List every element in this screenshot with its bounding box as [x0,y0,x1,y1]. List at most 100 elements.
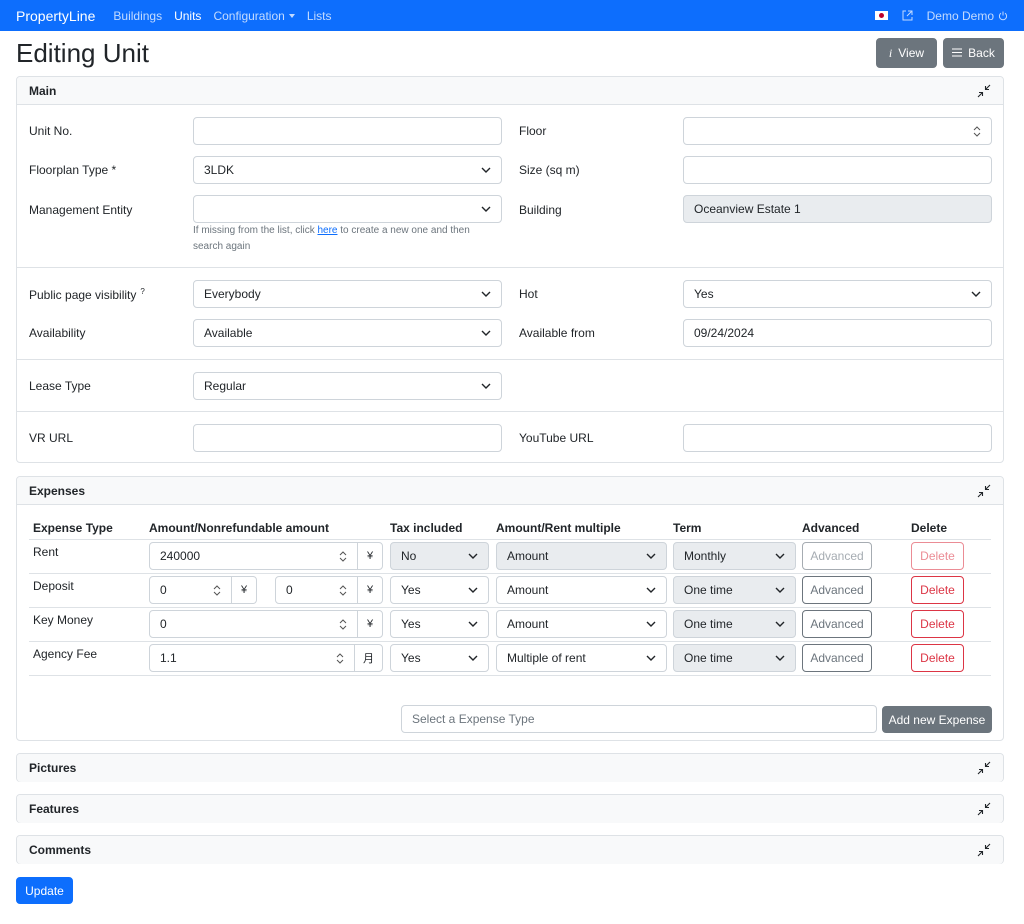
visibility-label: Public page visibility? [29,287,145,302]
floorplan-select[interactable]: 3LDK [193,156,502,184]
help-tooltip-icon[interactable]: ? [140,287,144,296]
spinner-icon[interactable] [339,551,347,562]
delete-button[interactable]: Delete [911,576,964,604]
view-button[interactable]: i View [876,38,937,68]
chevron-down-icon [646,655,656,661]
youtube-url-input[interactable] [683,424,992,452]
amount-mode-select[interactable]: Multiple of rent [496,644,667,672]
help-text-pre: If missing from the list, click [193,225,318,236]
nav-lists[interactable]: Lists [307,9,332,23]
amount-input[interactable]: 1.1 [149,644,355,672]
chevron-down-icon [481,330,491,336]
nonrefundable-value: 0 [286,583,293,597]
unit-no-label: Unit No. [29,124,73,138]
lease-type-label: Lease Type [29,379,91,393]
expense-type-cell: Agency Fee [33,647,98,661]
add-expense-button[interactable]: Add new Expense [882,706,992,733]
visibility-select[interactable]: Everybody [193,280,502,308]
availability-select[interactable]: Available [193,319,502,347]
spinner-icon[interactable] [973,126,981,137]
available-from-input[interactable]: 09/24/2024 [683,319,992,347]
col-tax-included: Tax included [390,521,463,535]
amount-mode-select[interactable]: Amount [496,576,667,604]
chevron-down-icon [468,553,478,559]
collapse-icon[interactable] [977,761,991,775]
advanced-button[interactable]: Advanced [802,610,872,638]
hot-label: Hot [519,287,538,301]
unit-no-input[interactable] [193,117,502,145]
comments-card-header[interactable]: Comments [17,836,1003,864]
tax-select[interactable]: Yes [390,644,489,672]
floor-input[interactable] [683,117,992,145]
chevron-down-icon [971,291,981,297]
expense-type-select[interactable]: Select a Expense Type [401,705,877,733]
nav-configuration[interactable]: Configuration [213,9,295,23]
main-card-header[interactable]: Main [17,77,1003,105]
delete-button[interactable]: Delete [911,610,964,638]
amount-input[interactable]: 0 [149,576,232,604]
collapse-icon[interactable] [977,843,991,857]
spinner-icon[interactable] [213,585,221,596]
advanced-button[interactable]: Advanced [802,644,872,672]
col-advanced: Advanced [802,521,860,535]
size-input[interactable] [683,156,992,184]
expenses-card: Expenses Expense Type Amount/Nonrefundab… [16,476,1004,741]
building-label: Building [519,203,562,217]
expenses-card-header[interactable]: Expenses [17,477,1003,505]
nav-buildings[interactable]: Buildings [113,9,162,23]
collapse-icon[interactable] [977,802,991,816]
delete-button[interactable]: Delete [911,542,964,570]
back-button[interactable]: Back [943,38,1004,68]
size-label: Size (sq m) [519,163,580,177]
collapse-icon[interactable] [977,84,991,98]
chevron-down-icon [646,553,656,559]
tax-value: Yes [401,583,421,597]
floor-label: Floor [519,124,547,138]
term-value: One time [684,617,733,631]
amount-value: 0 [160,617,167,631]
chevron-down-icon [468,587,478,593]
spinner-icon[interactable] [339,585,347,596]
delete-button[interactable]: Delete [911,644,964,672]
external-link-icon[interactable] [902,10,913,21]
row-divider [29,607,991,608]
divider [17,411,1003,412]
mgmt-entity-select[interactable] [193,195,502,223]
amount-mode-select[interactable]: Amount [496,610,667,638]
currency-addon: ¥ [231,576,257,604]
japan-flag-icon[interactable] [874,11,888,20]
chevron-down-icon [775,655,785,661]
update-button[interactable]: Update [16,877,73,904]
lease-type-value: Regular [204,379,247,393]
tax-value: Yes [401,651,421,665]
create-entity-link[interactable]: here [317,225,337,236]
term-select: One time [673,644,796,672]
pictures-card-header[interactable]: Pictures [17,754,1003,782]
nav-units[interactable]: Units [174,9,201,23]
spinner-icon[interactable] [339,619,347,630]
spinner-icon[interactable] [336,653,344,664]
col-rent-multiple: Amount/Rent multiple [496,521,621,535]
term-select: One time [673,576,796,604]
user-menu[interactable]: Demo Demo [927,9,1008,23]
tax-select[interactable]: Yes [390,576,489,604]
advanced-button[interactable]: Advanced [802,576,872,604]
collapse-icon[interactable] [977,484,991,498]
advanced-button[interactable]: Advanced [802,542,872,570]
hot-select[interactable]: Yes [683,280,992,308]
chevron-down-icon [646,621,656,627]
brand-link[interactable]: PropertyLine [16,8,95,24]
vr-url-input[interactable] [193,424,502,452]
amount-input[interactable]: 0 [149,610,358,638]
nonrefundable-input[interactable]: 0 [275,576,358,604]
tax-select[interactable]: Yes [390,610,489,638]
chevron-down-icon [775,553,785,559]
lease-type-select[interactable]: Regular [193,372,502,400]
amount-mode-value: Amount [507,617,549,631]
col-expense-type: Expense Type [33,521,113,535]
amount-input[interactable]: 240000 [149,542,358,570]
info-icon: i [888,45,893,60]
tax-value: No [401,549,417,563]
features-card-header[interactable]: Features [17,795,1003,823]
tax-value: Yes [401,617,421,631]
